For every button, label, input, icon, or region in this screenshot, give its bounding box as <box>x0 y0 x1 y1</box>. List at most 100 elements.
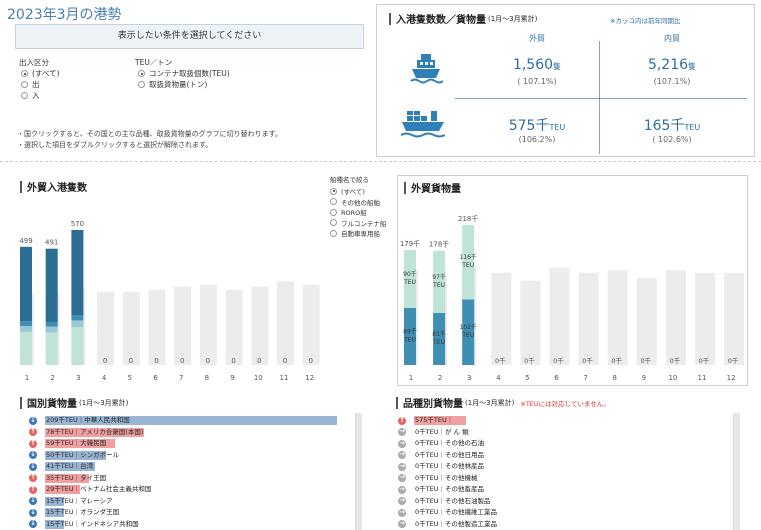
country-bar[interactable]: 209千TEU｜中華人民共和国 <box>45 416 337 426</box>
export-value-label-2: 97千 <box>432 273 446 281</box>
ships-bar-1-seg-3 <box>20 246 32 322</box>
country-bar[interactable]: 15千TEU｜オランダ王国 <box>45 508 119 518</box>
inout-option-1[interactable]: 出 <box>21 79 60 90</box>
cargo-x-label-4: 4 <box>496 374 501 382</box>
ship-filter-option-2[interactable]: RORO船 <box>330 207 386 218</box>
ship-filter-option-1[interactable]: その他の船舶 <box>330 197 386 208</box>
ships-x-label-4: 4 <box>102 374 107 382</box>
radio-icon[interactable] <box>330 198 337 206</box>
import-value-label-3: TEU <box>461 332 474 339</box>
commodity-bar[interactable]: 0千TEU｜が ん 類 <box>414 428 469 437</box>
commodity-label: 0千TEU｜その他日用品 <box>415 450 484 459</box>
export-value-label-2: TEU <box>432 282 445 289</box>
ships-x-label-8: 8 <box>205 374 209 382</box>
commodity-row[interactable]: ↑ 575千TEU｜ <box>398 415 728 427</box>
country-row[interactable]: ↑ 59千TEU｜大韓民国 <box>29 438 349 450</box>
ship-filter-option-3[interactable]: フルコンテナ船 <box>330 218 386 229</box>
ships-bar-3-seg-1 <box>71 320 84 328</box>
commodity-bar[interactable]: 0千TEU｜その他の石油 <box>414 439 484 448</box>
country-row[interactable]: ↓ 15千TEU｜マレーシア <box>29 496 349 508</box>
commodity-bar[interactable]: 0千TEU｜その他畜産品 <box>414 485 484 494</box>
country-list: ↓ 209千TEU｜中華人民共和国 ↑ 78千TEU｜アメリカ合衆国(本国) ↑ 59千T… <box>29 415 349 530</box>
country-bar[interactable]: 50千TEU｜シンガポール <box>45 450 119 460</box>
export-value-label-1: TEU <box>403 279 416 286</box>
country-row[interactable]: ↑ 29千TEU｜ベトナム社会主義共和国 <box>29 484 349 496</box>
arrow-down-icon: ↓ <box>29 496 37 506</box>
commodity-bar[interactable]: 0千TEU｜その他石油製品 <box>414 497 490 506</box>
radio-icon[interactable] <box>21 92 28 99</box>
commodity-bar[interactable]: 0千TEU｜その他日用品 <box>414 451 484 460</box>
country-bar[interactable]: 15千TEU｜マレーシア <box>45 496 112 506</box>
radio-icon[interactable] <box>138 81 145 88</box>
radio-icon[interactable] <box>330 229 337 237</box>
ships-bar-2-seg-0 <box>45 332 58 365</box>
cargo-total-label-4: 0千 <box>495 356 506 365</box>
page-title: 2023年3月の港勢 <box>7 7 122 23</box>
radio-icon[interactable] <box>330 219 337 227</box>
arrow-up-icon: ↑ <box>29 484 37 494</box>
radio-icon[interactable] <box>138 70 145 77</box>
cargo-total-label-11: 0千 <box>699 356 710 365</box>
radio-icon[interactable] <box>330 208 337 216</box>
commodity-row[interactable]: → 0千TEU｜その他機械 <box>398 473 728 485</box>
commodity-bar[interactable]: 0千TEU｜その他林産品 <box>414 462 484 471</box>
teu-option-0[interactable]: コンテナ取扱個数(TEU) <box>138 68 230 79</box>
country-row[interactable]: ↓ 15千TEU｜インドネシア共和国 <box>29 519 349 530</box>
country-bar[interactable]: 35千TEU｜タイ王国 <box>45 473 106 483</box>
commodity-row[interactable]: → 0千TEU｜その他の石油 <box>398 438 728 450</box>
ship-filter: 船種名で絞る (すべて) その他の船舶 RORO船 フルコンテナ船 自動車専用船 <box>330 174 386 239</box>
country-bar[interactable]: 41千TEU｜台湾 <box>45 462 95 472</box>
country-row[interactable]: ↓ 209千TEU｜中華人民共和国 <box>29 415 349 427</box>
country-list-scrollbar[interactable] <box>355 413 362 530</box>
arrow-up-icon: ↑ <box>29 473 37 483</box>
arrow-up-icon: ↑ <box>29 438 37 448</box>
country-bar[interactable]: 29千TEU｜ベトナム社会主義共和国 <box>45 485 152 495</box>
arrow-down-icon: ↓ <box>29 519 37 529</box>
ship-filter-option-label: 自動車専用船 <box>341 230 380 239</box>
country-row[interactable]: ↓ 15千TEU｜オランダ王国 <box>29 507 349 519</box>
commodity-bar[interactable]: 0千TEU｜その他製造工業品 <box>414 520 497 529</box>
commodity-label: 0千TEU｜が ん 類 <box>415 427 469 436</box>
inout-option-0[interactable]: (すべて) <box>21 68 60 79</box>
country-row[interactable]: ↓ 50千TEU｜シンガポール <box>29 450 349 462</box>
commodity-row[interactable]: → 0千TEU｜その他林産品 <box>398 461 728 473</box>
country-bar[interactable]: 59千TEU｜大韓民国 <box>45 439 116 449</box>
prev-year-bar-8 <box>607 270 628 365</box>
country-label: 29千TEU｜ベトナム社会主義共和国 <box>46 485 152 494</box>
inout-option-2[interactable]: 入 <box>21 90 60 101</box>
prev-year-bar-12 <box>302 284 320 365</box>
cargo-x-label-2: 2 <box>438 374 442 382</box>
ship-filter-radio-group: (すべて) その他の船舶 RORO船 フルコンテナ船 自動車専用船 <box>330 186 386 239</box>
commodity-row[interactable]: → 0千TEU｜その他製造工業品 <box>398 519 728 530</box>
country-row[interactable]: ↑ 35千TEU｜タイ王国 <box>29 473 349 485</box>
cargo-total-label-9: 0千 <box>640 356 651 365</box>
prev-year-bar-5 <box>122 291 140 365</box>
arrow-right-icon: → <box>398 484 406 494</box>
commodity-list-scrollbar[interactable] <box>733 413 740 530</box>
commodity-bar[interactable]: 0千TEU｜その他機械 <box>414 474 477 483</box>
country-row[interactable]: ↑ 78千TEU｜アメリカ合衆国(本国) <box>29 427 349 439</box>
teu-option-label: コンテナ取扱個数(TEU) <box>149 69 230 78</box>
commodity-row[interactable]: → 0千TEU｜その他石油製品 <box>398 496 728 508</box>
condition-select-box[interactable]: 表示したい条件を選択してください <box>15 24 364 49</box>
commodity-row[interactable]: → 0千TEU｜その他日用品 <box>398 450 728 462</box>
ship-filter-option-0[interactable]: (すべて) <box>330 186 386 197</box>
radio-icon[interactable] <box>330 187 337 195</box>
ship-filter-option-4[interactable]: 自動車専用船 <box>330 228 386 239</box>
country-row[interactable]: ↓ 41千TEU｜台湾 <box>29 461 349 473</box>
prev-year-bar-10 <box>251 286 269 365</box>
prev-year-bar-7 <box>174 286 192 365</box>
teu-option-1[interactable]: 取扱貨物量(トン) <box>138 79 230 90</box>
commodity-bar[interactable]: 575千TEU｜ <box>414 416 466 426</box>
country-bar[interactable]: 15千TEU｜インドネシア共和国 <box>45 519 139 529</box>
commodity-row[interactable]: → 0千TEU｜が ん 類 <box>398 427 728 439</box>
inout-option-label: 入 <box>32 91 40 100</box>
country-bar[interactable]: 78千TEU｜アメリカ合衆国(本国) <box>45 427 145 437</box>
radio-icon[interactable] <box>21 70 28 77</box>
commodity-row[interactable]: → 0千TEU｜その他畜産品 <box>398 484 728 496</box>
commodity-row[interactable]: → 0千TEU｜その他繊維工業品 <box>398 507 728 519</box>
radio-icon[interactable] <box>21 81 28 88</box>
ships-value-label-12: 0 <box>308 357 312 365</box>
commodity-bar[interactable]: 0千TEU｜その他繊維工業品 <box>414 508 497 517</box>
cargo-total-label-5: 0千 <box>524 356 535 365</box>
